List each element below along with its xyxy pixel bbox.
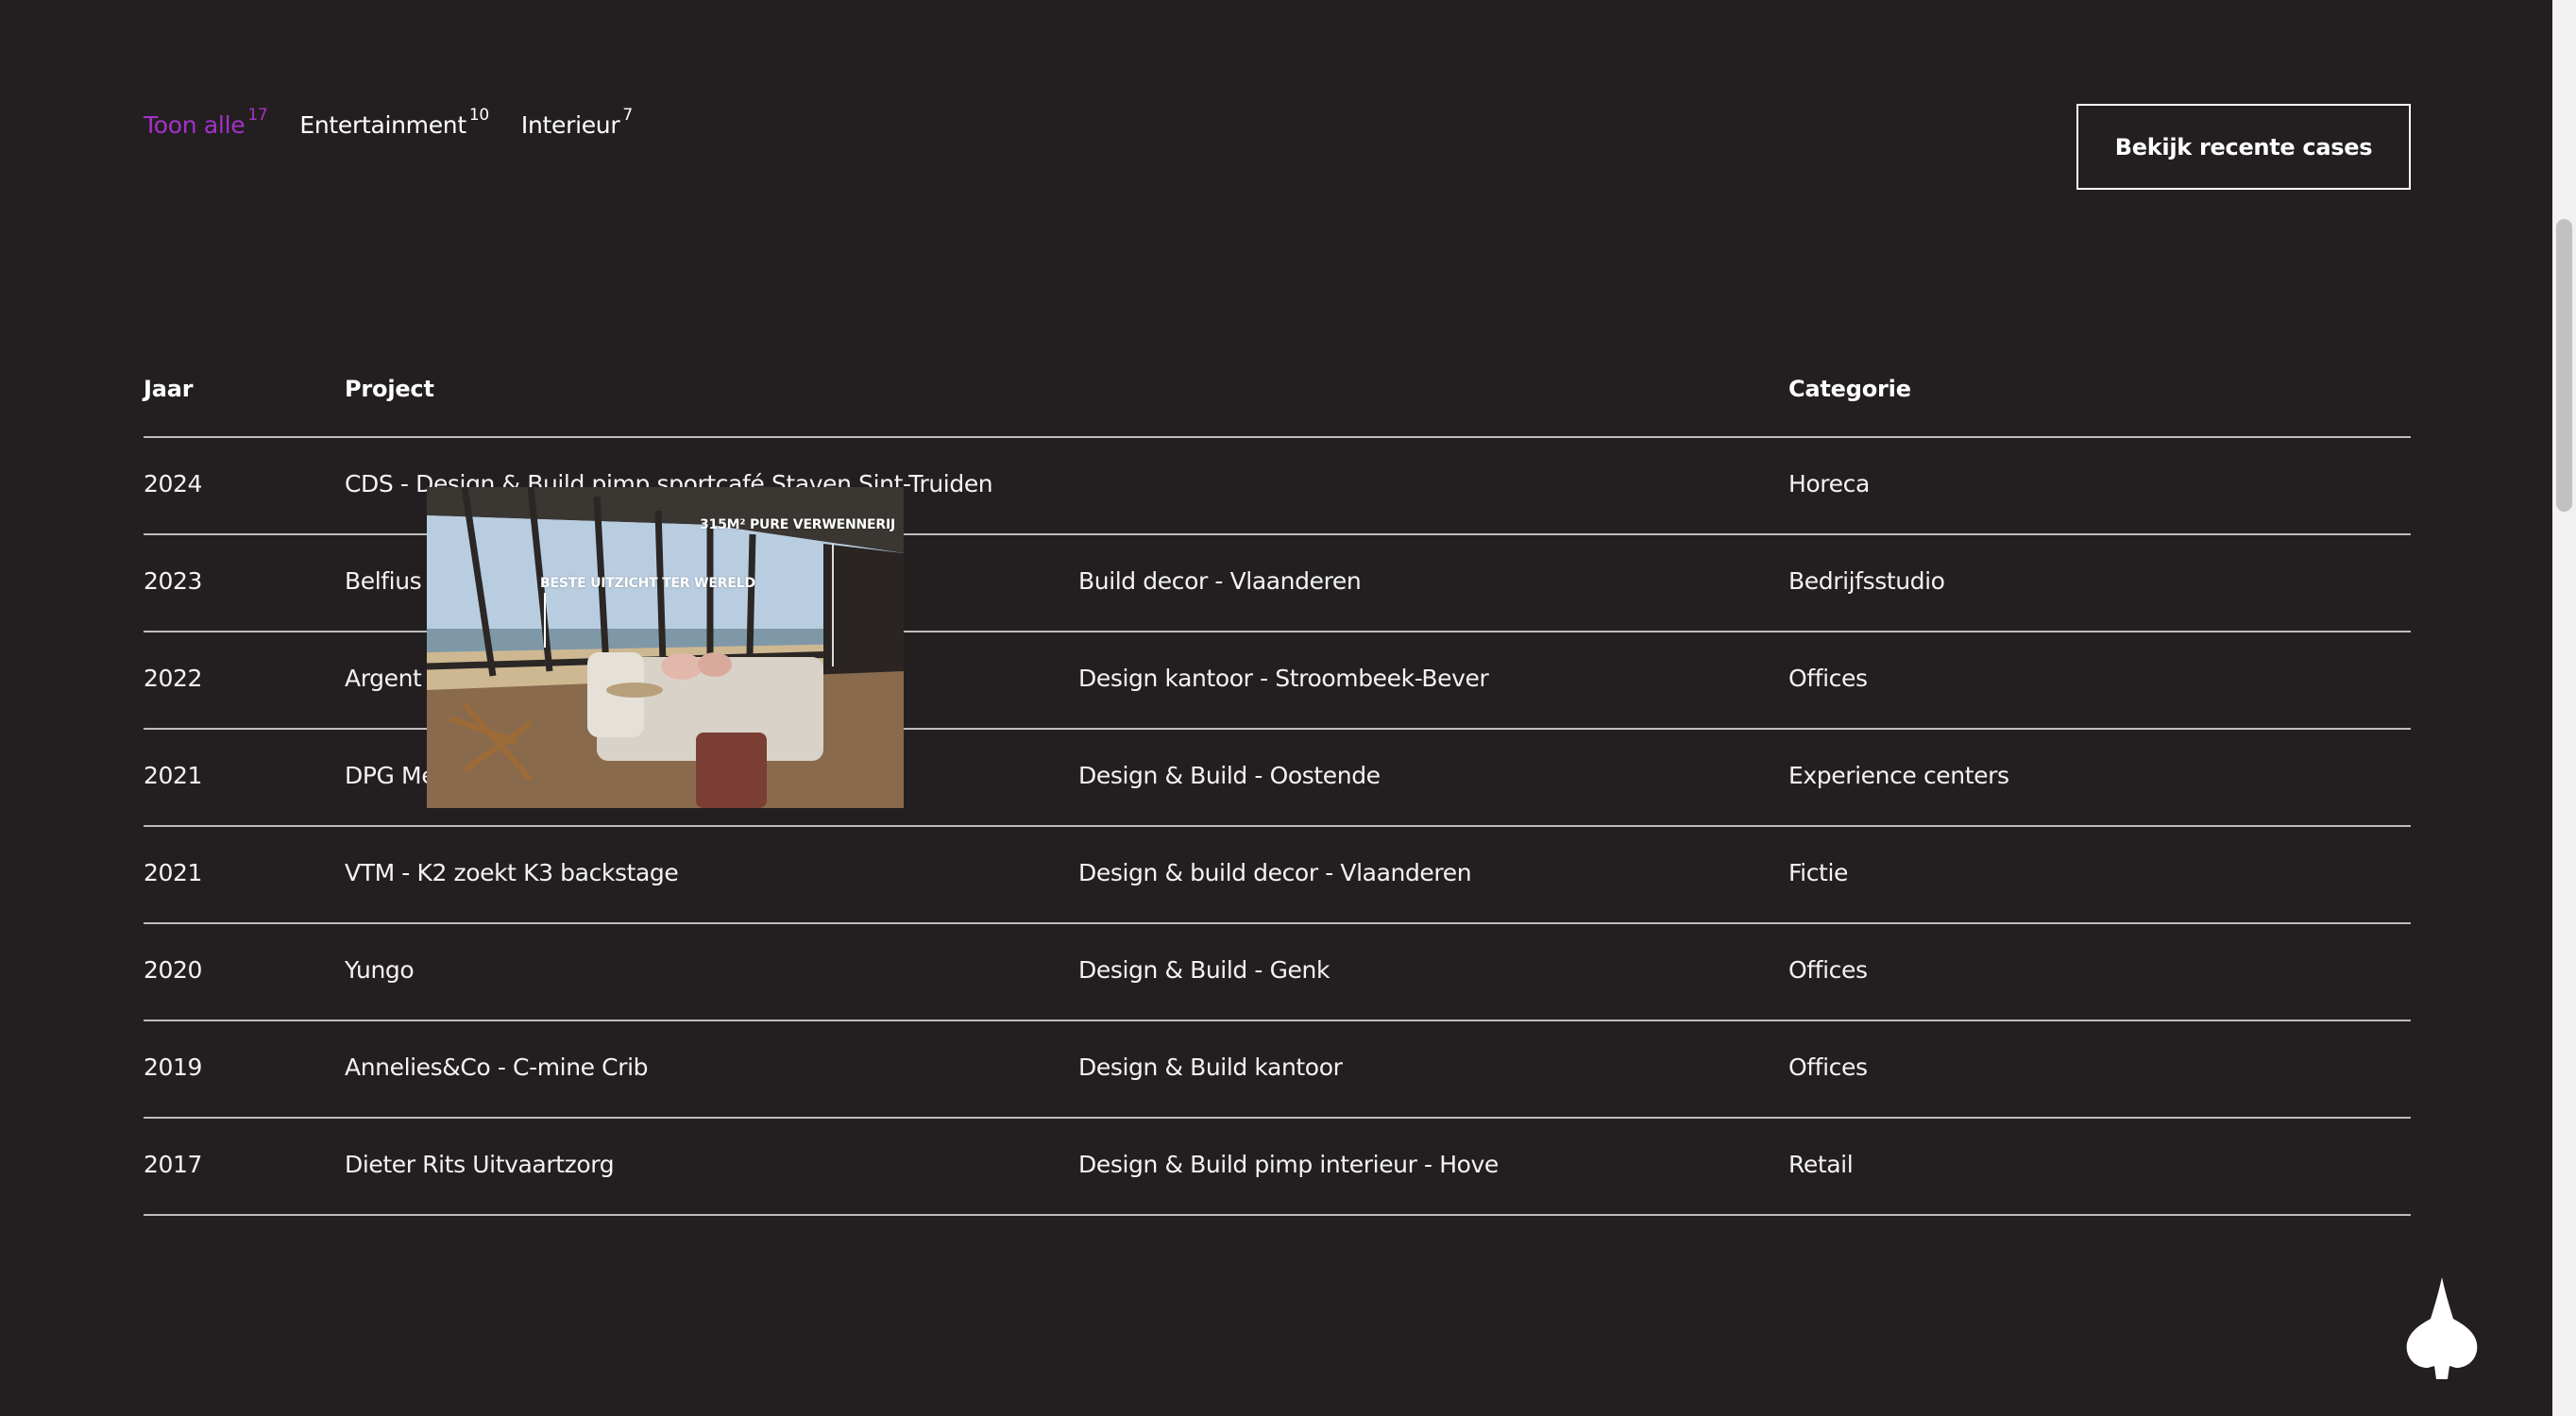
row-year: 2020: [144, 956, 203, 984]
table-row[interactable]: 2020 Yungo Design & Build - Genk Offices: [144, 924, 2411, 1021]
row-year: 2021: [144, 762, 203, 789]
filter-entertainment-label: Entertainment: [299, 111, 466, 139]
row-category: Experience centers: [1788, 762, 2009, 789]
row-year: 2021: [144, 859, 203, 886]
preview-caption-left: BESTE UITZICHT TER WERELD: [540, 576, 755, 591]
row-category: Bedrijfsstudio: [1788, 567, 1945, 595]
row-project: DPG Me: [345, 762, 436, 789]
row-category: Retail: [1788, 1151, 1854, 1178]
row-project: Yungo: [345, 956, 415, 984]
row-project: Belfius -: [345, 567, 437, 595]
preview-scene: [427, 487, 904, 808]
row-project: Dieter Rits Uitvaartzorg: [345, 1151, 615, 1178]
preview-caption-right: 315M² PURE VERWENNERIJ: [700, 517, 895, 532]
page: Toon alle 17 Entertainment 10 Interieur 7 B…: [0, 0, 2576, 1416]
logo-shape: [2406, 1277, 2478, 1379]
header-project: Project: [345, 376, 434, 402]
table-row[interactable]: 2017 Dieter Rits Uitvaartzorg Design & B…: [144, 1119, 2411, 1216]
row-year: 2019: [144, 1054, 203, 1081]
filter-entertainment[interactable]: Entertainment 10: [299, 106, 489, 139]
row-year: 2023: [144, 567, 203, 595]
row-description: Design & Build kantoor: [1078, 1054, 1343, 1081]
filter-interieur-label: Interieur: [520, 111, 620, 139]
row-description: Design & build decor - Vlaanderen: [1078, 859, 1472, 886]
recent-cases-button[interactable]: Bekijk recente cases: [2076, 104, 2411, 190]
row-description: Design & Build pimp interieur - Hove: [1078, 1151, 1499, 1178]
row-year: 2017: [144, 1151, 203, 1178]
row-project: Argent: [345, 665, 422, 692]
row-year: 2022: [144, 665, 203, 692]
row-description: Build decor - Vlaanderen: [1078, 567, 1362, 595]
table-row[interactable]: 2019 Annelies&Co - C-mine Crib Design & …: [144, 1021, 2411, 1119]
row-project: VTM - K2 zoekt K3 backstage: [345, 859, 679, 886]
table-header: Jaar Project Categorie: [144, 362, 2411, 438]
filter-entertainment-count: 10: [468, 106, 489, 125]
logo-icon[interactable]: [2405, 1277, 2479, 1379]
header-year: Jaar: [144, 376, 194, 402]
project-preview-image: BESTE UITZICHT TER WERELD 315M² PURE VER…: [427, 487, 904, 808]
row-description: Design & Build - Genk: [1078, 956, 1330, 984]
filter-all[interactable]: Toon alle 17: [144, 106, 268, 139]
filter-interieur[interactable]: Interieur 7: [520, 106, 633, 139]
row-description: Design & Build - Oostende: [1078, 762, 1381, 789]
filter-bar: Toon alle 17 Entertainment 10 Interieur 7: [144, 106, 633, 139]
row-category: Offices: [1788, 956, 1868, 984]
row-description: Design kantoor - Stroombeek-Bever: [1078, 665, 1489, 692]
filter-interieur-count: 7: [622, 106, 633, 125]
row-year: 2024: [144, 470, 203, 497]
row-category: Offices: [1788, 1054, 1868, 1081]
filter-all-label: Toon alle: [144, 111, 246, 139]
row-category: Horeca: [1788, 470, 1870, 497]
row-category: Fictie: [1788, 859, 1848, 886]
scrollbar-thumb[interactable]: [2556, 219, 2572, 512]
table-row[interactable]: 2021 VTM - K2 zoekt K3 backstage Design …: [144, 827, 2411, 924]
page-scrollbar[interactable]: [2552, 0, 2576, 1416]
row-category: Offices: [1788, 665, 1868, 692]
filter-all-count: 17: [247, 106, 268, 125]
row-project: Annelies&Co - C-mine Crib: [345, 1054, 649, 1081]
header-category: Categorie: [1788, 376, 1911, 402]
